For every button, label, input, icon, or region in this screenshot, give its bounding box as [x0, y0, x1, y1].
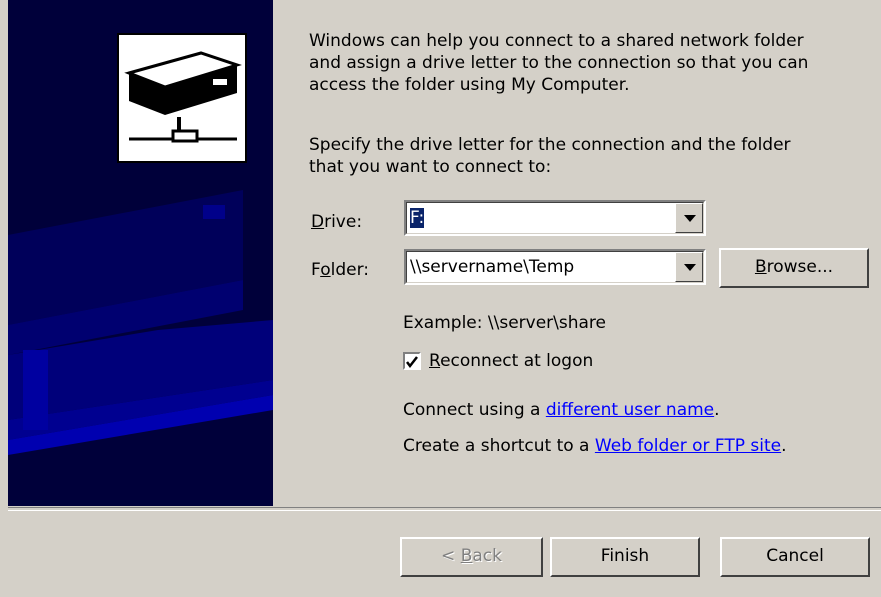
- different-user-link[interactable]: different user name: [546, 400, 714, 420]
- cancel-button[interactable]: Cancel: [720, 537, 870, 577]
- back-button[interactable]: < Back: [400, 537, 543, 577]
- checkmark-icon: [406, 356, 418, 369]
- shortcut-text: Create a shortcut to a Web folder or FTP…: [403, 436, 787, 456]
- intro-paragraph: Windows can help you connect to a shared…: [309, 30, 869, 96]
- folder-combo[interactable]: \\servername\Temp: [404, 249, 706, 285]
- drive-value: F:: [408, 207, 426, 229]
- reconnect-label[interactable]: Reconnect at logon: [429, 351, 593, 371]
- folder-value: \\servername\Temp: [410, 257, 575, 277]
- intro-line: and assign a drive letter to the connect…: [309, 53, 809, 73]
- instruction-line: Specify the drive letter for the connect…: [309, 135, 791, 155]
- chevron-down-icon[interactable]: [675, 203, 703, 233]
- intro-line: Windows can help you connect to a shared…: [309, 31, 804, 51]
- network-drive-icon: [117, 33, 247, 163]
- instruction-line: that you want to connect to:: [309, 157, 552, 177]
- reconnect-checkbox[interactable]: [403, 352, 421, 370]
- example-text: Example: \\server\share: [403, 313, 607, 333]
- chevron-down-icon[interactable]: [675, 252, 703, 282]
- browse-button[interactable]: Browse...: [719, 248, 869, 288]
- footer-separator: [8, 507, 881, 511]
- drive-label: Drive:: [311, 212, 363, 232]
- wizard-banner: [8, 0, 273, 506]
- intro-line: access the folder using My Computer.: [309, 75, 630, 95]
- instruction-paragraph: Specify the drive letter for the connect…: [309, 134, 869, 178]
- connect-using-text: Connect using a different user name.: [403, 400, 720, 420]
- drive-combo[interactable]: F:: [404, 200, 706, 236]
- folder-label: Folder:: [311, 260, 369, 280]
- web-folder-link[interactable]: Web folder or FTP site: [595, 436, 781, 456]
- finish-button[interactable]: Finish: [550, 537, 700, 577]
